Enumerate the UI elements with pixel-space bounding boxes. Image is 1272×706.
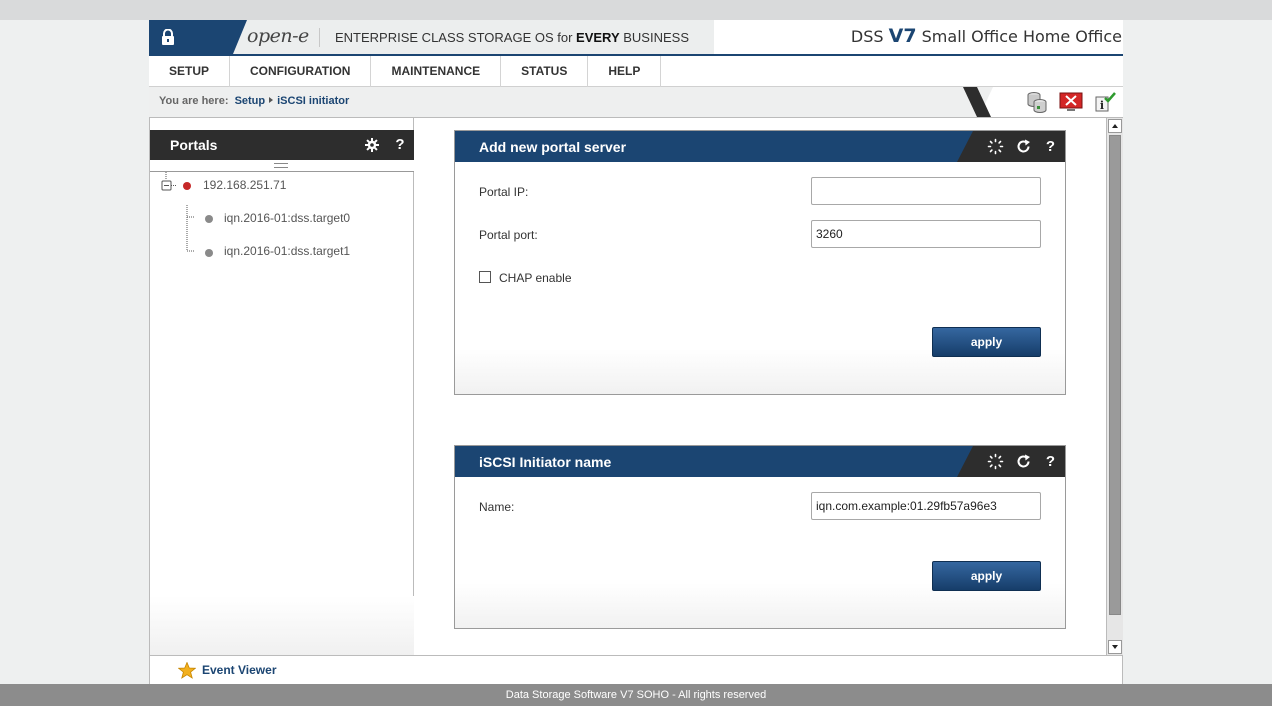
initiator-name-header: iSCSI Initiator name ?: [455, 446, 1065, 477]
event-viewer-bar: Event Viewer: [149, 655, 1123, 684]
breadcrumb-prefix: You are here:: [159, 95, 229, 107]
arrow-up-icon: [1112, 124, 1118, 128]
loading-spinner-icon[interactable]: [987, 453, 1004, 470]
app-window: open-e ENTERPRISE CLASS STORAGE OS for E…: [149, 20, 1123, 684]
main-panel: Add new portal server ? Portal IP: Porta…: [414, 118, 1106, 656]
help-icon[interactable]: ?: [1042, 138, 1059, 155]
database-network-icon[interactable]: [1025, 90, 1049, 114]
panel-splitter[interactable]: [150, 160, 414, 172]
portals-panel-header: Portals ?: [150, 130, 415, 160]
lock-button[interactable]: [149, 20, 247, 54]
initiator-apply-button[interactable]: apply: [932, 561, 1041, 591]
browser-top-strip: [0, 0, 1272, 20]
star-icon: [178, 662, 196, 679]
main-scrollbar[interactable]: [1106, 118, 1123, 656]
loading-spinner-icon[interactable]: [987, 138, 1004, 155]
page-footer: Data Storage Software V7 SOHO - All righ…: [0, 684, 1272, 706]
refresh-icon[interactable]: [1015, 138, 1032, 155]
gear-icon[interactable]: [364, 137, 380, 153]
add-portal-header: Add new portal server ?: [455, 131, 1065, 162]
initiator-name-input[interactable]: [811, 492, 1041, 520]
main-menu: SETUP CONFIGURATION MAINTENANCE STATUS H…: [149, 56, 1123, 87]
tree-node-target[interactable]: iqn.2016-01:dss.target0: [224, 211, 350, 225]
lock-icon: [162, 29, 174, 45]
tree-node-target[interactable]: iqn.2016-01:dss.target1: [224, 244, 350, 258]
scroll-up-button[interactable]: [1108, 119, 1122, 133]
logo-separator: [319, 28, 320, 47]
toolbar-icons: i: [1025, 90, 1117, 114]
initiator-name-label: Name:: [479, 500, 515, 514]
portal-status-dot: [183, 182, 191, 190]
scrollbar-thumb[interactable]: [1109, 135, 1121, 615]
portal-ip-input[interactable]: [811, 177, 1041, 205]
add-portal-title: Add new portal server: [479, 139, 627, 155]
refresh-icon[interactable]: [1015, 453, 1032, 470]
tree-node-portal[interactable]: 192.168.251.71: [203, 178, 286, 192]
svg-text:i: i: [1100, 99, 1104, 112]
app-header: open-e ENTERPRISE CLASS STORAGE OS for E…: [149, 20, 1123, 54]
event-viewer-link[interactable]: Event Viewer: [202, 663, 276, 677]
panel-fade: [150, 596, 414, 656]
help-icon[interactable]: ?: [392, 137, 408, 153]
breadcrumb-divider-shape: [963, 87, 991, 117]
menu-setup[interactable]: SETUP: [149, 56, 231, 87]
portal-port-input[interactable]: [811, 220, 1041, 248]
initiator-name-tools: ?: [957, 446, 1065, 477]
menu-help[interactable]: HELP: [588, 56, 662, 87]
target-status-dot: [205, 249, 213, 257]
tree-lines: [161, 172, 195, 252]
portals-panel: Portals ? 192.168.251.71 iqn.2016-01:dss…: [149, 118, 415, 656]
add-portal-box: Add new portal server ? Portal IP: Porta…: [454, 130, 1066, 395]
portal-port-label: Portal port:: [479, 228, 538, 242]
header-tagline: ENTERPRISE CLASS STORAGE OS for EVERY BU…: [335, 30, 689, 45]
splitter-grip-icon: [274, 163, 288, 168]
initiator-name-title: iSCSI Initiator name: [479, 454, 612, 470]
content-area: Portals ? 192.168.251.71 iqn.2016-01:dss…: [149, 117, 1123, 656]
breadcrumb-arrow-icon: [269, 97, 274, 103]
add-portal-tools: ?: [957, 131, 1065, 162]
chap-enable-checkbox[interactable]: [479, 271, 491, 283]
breadcrumb-iscsi-initiator[interactable]: iSCSI initiator: [277, 95, 349, 107]
arrow-down-icon: [1112, 645, 1118, 649]
breadcrumb: You are here: Setup iSCSI initiator: [159, 95, 349, 107]
chap-enable-label: CHAP enable: [499, 271, 572, 285]
help-icon[interactable]: ?: [1042, 453, 1059, 470]
menu-maintenance[interactable]: MAINTENANCE: [371, 56, 502, 87]
info-check-icon[interactable]: i: [1093, 90, 1117, 114]
menu-configuration[interactable]: CONFIGURATION: [230, 56, 372, 87]
breadcrumb-setup[interactable]: Setup: [235, 95, 266, 107]
add-portal-apply-button[interactable]: apply: [932, 327, 1041, 357]
stop-monitor-icon[interactable]: [1059, 90, 1083, 114]
scroll-down-button[interactable]: [1108, 640, 1122, 654]
breadcrumb-bar: You are here: Setup iSCSI initiator i: [149, 87, 1123, 117]
product-name: DSS V7 Small Office Home Office: [850, 25, 1122, 47]
portals-panel-title: Portals: [170, 137, 218, 153]
target-status-dot: [205, 215, 213, 223]
menu-status[interactable]: STATUS: [501, 56, 589, 87]
initiator-name-box: iSCSI Initiator name ? Name: iqn.com.exa…: [454, 445, 1066, 629]
open-e-logo: open-e: [247, 25, 309, 47]
portal-ip-label: Portal IP:: [479, 185, 529, 199]
